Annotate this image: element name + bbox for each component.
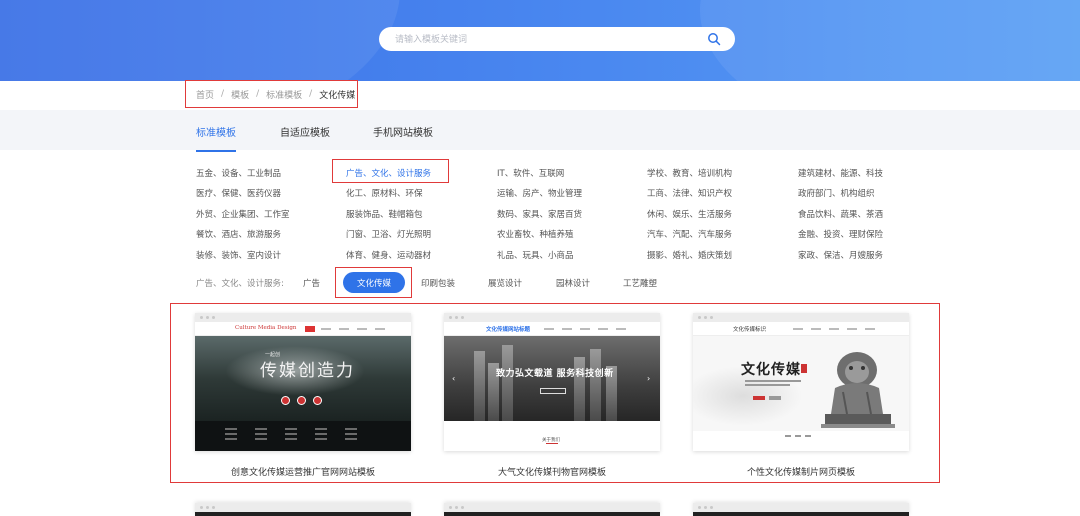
template-card-thumbnail[interactable]: 文化传媒网站标题 ‹ › 致力弘文载道 服务科技创新 关于我们 [444,313,660,451]
preview-logo: 文化传媒标识 [733,327,767,333]
preview-next-icon: › [647,374,651,383]
subcategory-chip[interactable]: 工艺雕塑 [623,277,657,289]
breadcrumb-home[interactable]: 首页 [196,88,214,101]
breadcrumb-templates[interactable]: 模板 [231,88,249,101]
category-link[interactable]: 医疗、保健、医药仪器 [196,187,281,199]
tab-mobile[interactable]: 手机网站模板 [373,124,433,139]
preview-hero-badges [281,396,322,405]
preview-logo: Culture Media Design [235,325,297,331]
category-link[interactable]: 门窗、卫浴、灯光照明 [346,228,431,240]
preview-nav-links [793,328,875,330]
preview-logo: 文化传媒网站标题 [486,327,531,333]
lion-statue-image [821,352,895,428]
preview-prev-icon: ‹ [452,374,456,383]
breadcrumb-separator: / [256,89,260,99]
category-link[interactable]: 金融、投资、理财保险 [798,228,883,240]
preview-seal [801,364,807,373]
category-link[interactable]: 休闲、娱乐、生活服务 [647,208,732,220]
preview-section: 关于我们 [444,421,660,451]
browser-bar [195,313,411,322]
preview-hero: 文化传媒 [693,336,909,431]
template-card-thumbnail[interactable] [195,503,411,516]
tab-responsive[interactable]: 自适应模板 [280,124,330,139]
template-card-thumbnail[interactable]: Culture Media Design 一起创 传媒创造力 [195,313,411,451]
breadcrumb-standard[interactable]: 标准模板 [266,88,302,101]
category-link[interactable]: 数码、家具、家居百货 [497,208,582,220]
category-link[interactable]: 建筑建材、能源、科技 [798,167,883,179]
preview-hero-button [540,388,566,394]
template-type-tabs: 标准模板 自适应模板 手机网站模板 [0,110,1080,152]
browser-bar [693,313,909,322]
preview-footer [195,421,411,451]
search-icon[interactable] [707,32,721,46]
template-card-title[interactable]: 个性文化传媒制片网页模板 [693,465,909,478]
preview-nav-links [321,328,385,330]
preview-hero-text: 文化传媒 [741,362,801,378]
category-link[interactable]: IT、软件、互联网 [497,167,564,179]
category-link[interactable]: 汽车、汽配、汽车服务 [647,228,732,240]
preview-nav: 文化传媒网站标题 [444,322,660,336]
subcategory-chip[interactable]: 广告 [303,277,320,289]
category-link[interactable]: 餐饮、酒店、旅游服务 [196,228,281,240]
template-card-title[interactable]: 大气文化传媒刊物官网模板 [444,465,660,478]
subcategory-chip[interactable]: 园林设计 [556,277,590,289]
category-link[interactable]: 工商、法律、知识产权 [647,187,732,199]
preview-nav-links [544,328,626,330]
category-link[interactable]: 学校、教育、培训机构 [647,167,732,179]
breadcrumb-separator: / [309,89,313,99]
template-card-thumbnail[interactable] [444,503,660,516]
preview-nav-button [305,326,315,332]
category-link[interactable]: 摄影、婚礼、婚庆策划 [647,249,732,261]
category-link[interactable]: 礼品、玩具、小商品 [497,249,574,261]
subcategory-chip[interactable]: 印刷包装 [421,277,455,289]
tab-standard[interactable]: 标准模板 [196,124,236,152]
category-link[interactable]: 食品饮料、蔬果、茶酒 [798,208,883,220]
preview-hero-text: 传媒创造力 [260,361,355,381]
category-link[interactable]: 体育、健身、运动器材 [346,249,431,261]
category-link[interactable]: 化工、原材料、环保 [346,187,423,199]
breadcrumb-separator: / [221,89,225,99]
category-link[interactable]: 服装饰品、鞋帽箱包 [346,208,423,220]
template-card-thumbnail[interactable]: 文化传媒标识 文化传媒 [693,313,909,451]
subcategory-chip[interactable]: 展览设计 [488,277,522,289]
template-card-thumbnail[interactable] [693,503,909,516]
preview-footer [693,431,909,451]
breadcrumb: 首页 / 模板 / 标准模板 / 文化传媒 [185,80,358,108]
template-card-title[interactable]: 创意文化传媒运营推广官网网站模板 [195,465,411,478]
preview-nav: 文化传媒标识 [693,322,909,336]
subcategory-chip-active[interactable]: 文化传媒 [343,272,405,293]
search-box[interactable]: 请输入模板关键词 [379,27,735,51]
browser-bar [444,313,660,322]
preview-hero: ‹ › 致力弘文载道 服务科技创新 [444,336,660,421]
category-link[interactable]: 政府部门、机构组织 [798,187,875,199]
category-link[interactable]: 农业畜牧、种植养殖 [497,228,574,240]
hero-banner: 请输入模板关键词 [0,0,1080,81]
preview-hero-text: 致力弘文载道 服务科技创新 [496,369,614,379]
category-link[interactable]: 五金、设备、工业制品 [196,167,281,179]
preview-hero-buttons [753,396,781,400]
selected-category-highlight [332,159,449,183]
category-link[interactable]: 装修、装饰、室内设计 [196,249,281,261]
category-link[interactable]: 外贸、企业集团、工作室 [196,208,290,220]
category-link[interactable]: 家政、保洁、月嫂服务 [798,249,883,261]
category-link[interactable]: 运输、房产、物业管理 [497,187,582,199]
breadcrumb-current: 文化传媒 [319,90,356,101]
preview-nav: Culture Media Design [195,322,411,336]
subcategory-label: 广告、文化、设计服务: [196,279,284,289]
preview-hero: 一起创 传媒创造力 [195,336,411,421]
search-input[interactable]: 请输入模板关键词 [395,32,467,45]
